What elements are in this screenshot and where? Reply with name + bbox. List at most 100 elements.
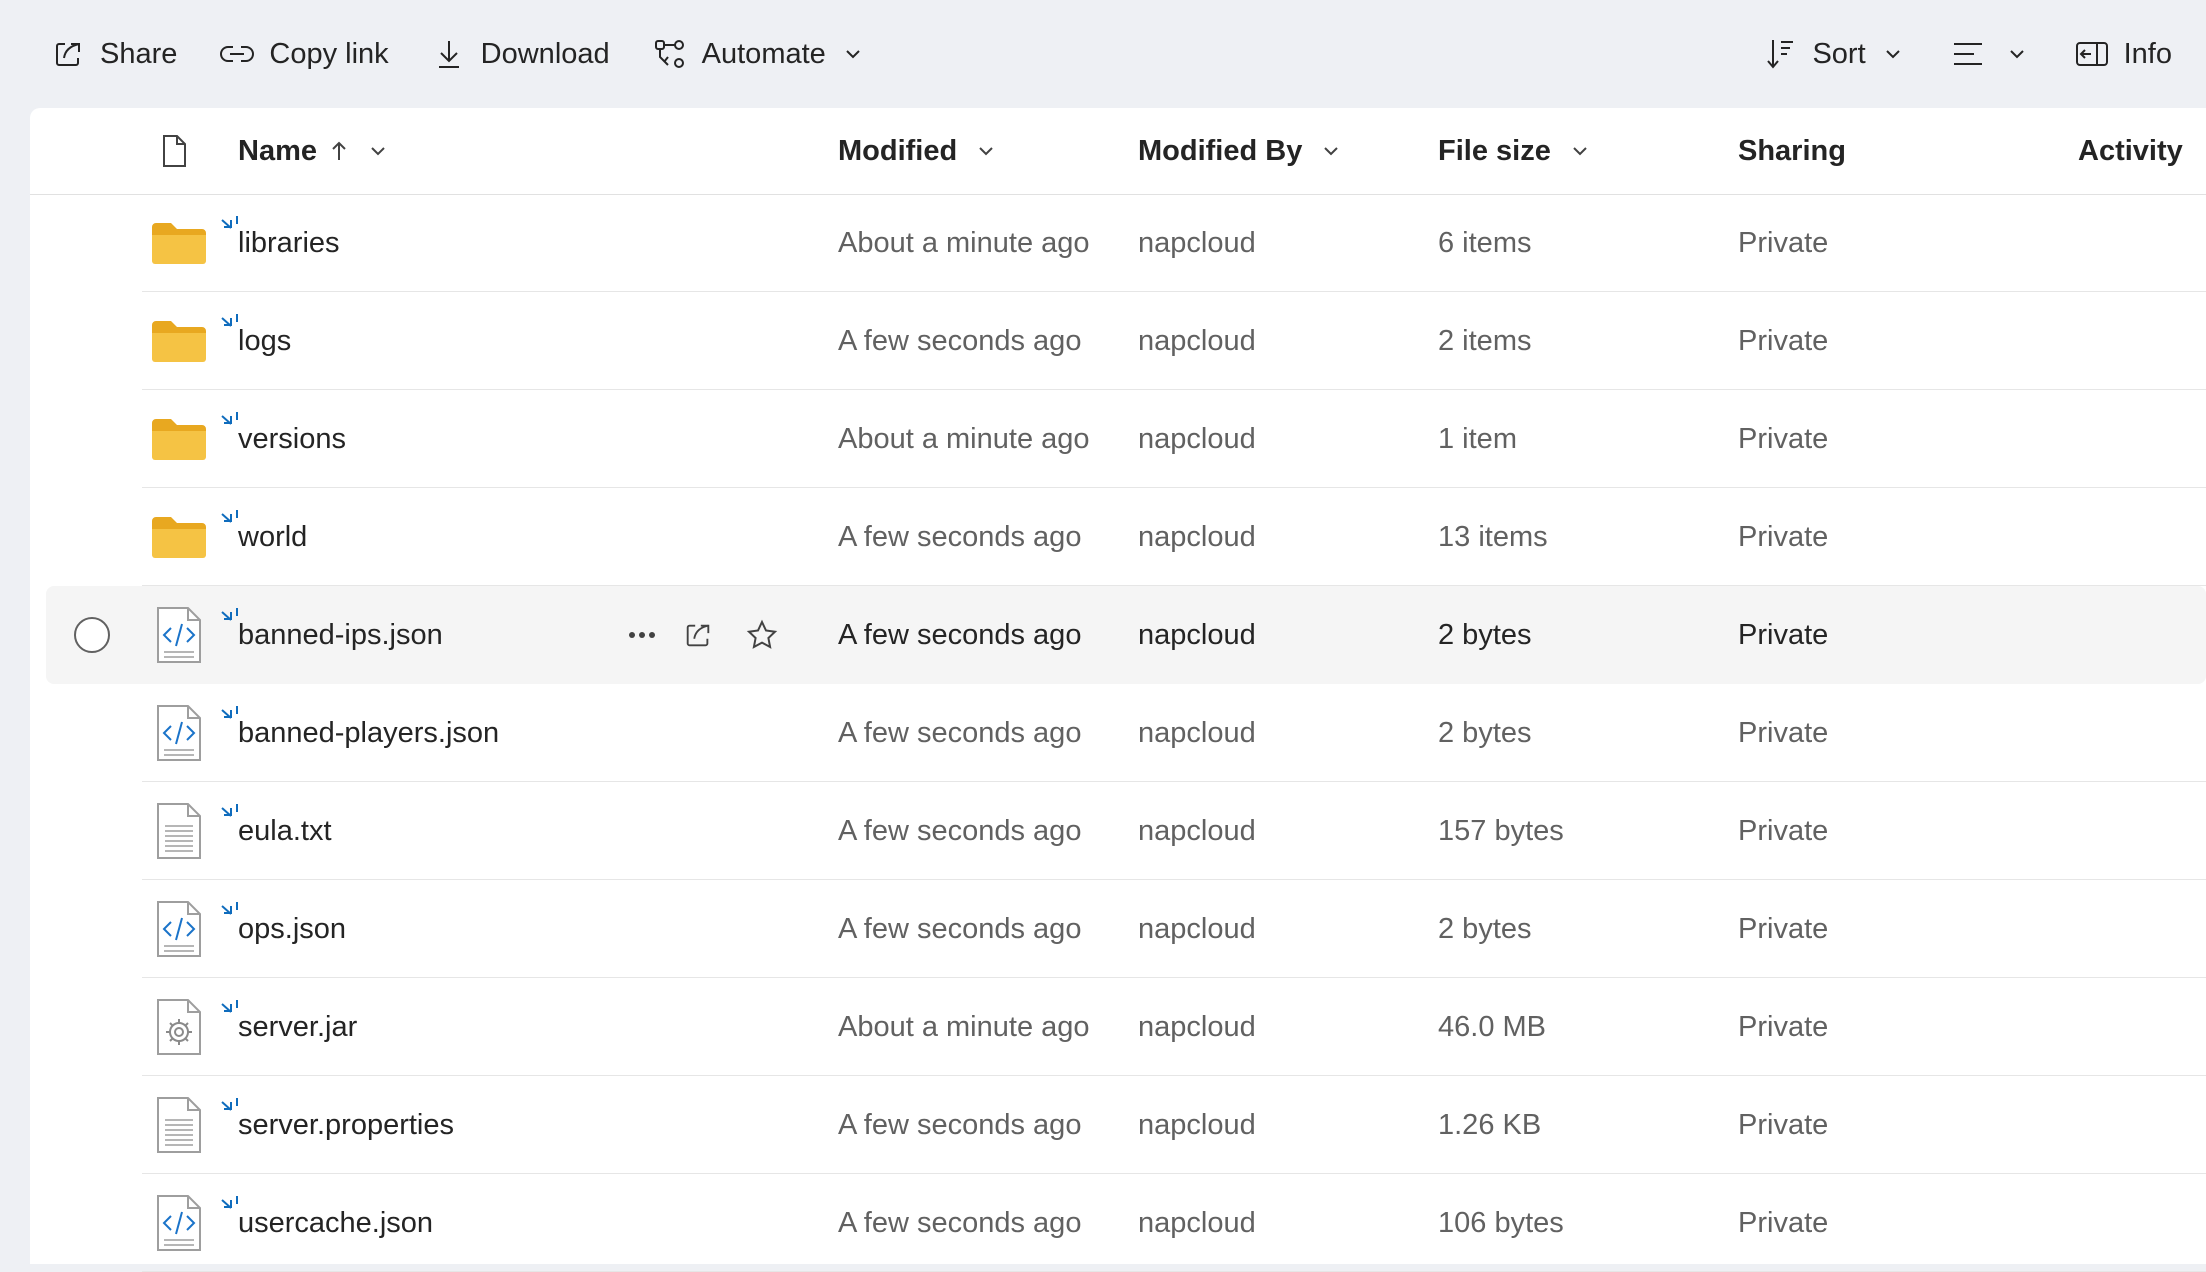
file-name[interactable]: versions — [238, 390, 346, 488]
file-size: 6 items — [1438, 226, 1532, 259]
column-header-name-label: Name — [238, 134, 317, 167]
code-icon — [148, 684, 210, 782]
file-row[interactable]: ops.json A few seconds ago napcloud 2 bytes… — [30, 880, 2206, 978]
sharing-status[interactable]: Private — [1738, 390, 1828, 488]
modified-by[interactable]: napcloud — [1138, 194, 1256, 292]
modified-by[interactable]: napcloud — [1138, 684, 1256, 782]
column-header-activity-label: Activity — [2078, 134, 2183, 167]
file-size: 2 items — [1438, 324, 1532, 357]
file-name[interactable]: server.jar — [238, 978, 357, 1076]
file-row[interactable]: banned-players.json A few seconds ago napc… — [30, 684, 2206, 782]
info-pane-icon — [2074, 36, 2110, 72]
file-size: 1.26 KB — [1438, 1108, 1542, 1141]
column-header-file-size[interactable]: File size — [1438, 108, 1591, 194]
share-button[interactable]: Share — [46, 30, 181, 78]
info-button[interactable]: Info — [2070, 30, 2176, 78]
file-name[interactable]: banned-ips.json — [238, 586, 443, 684]
file-name[interactable]: eula.txt — [238, 782, 332, 880]
file-name[interactable]: banned-players.json — [238, 684, 499, 782]
modified-date: A few seconds ago — [838, 716, 1082, 749]
sharing-status[interactable]: Private — [1738, 684, 1828, 782]
share-row-button[interactable] — [676, 613, 720, 657]
column-header-modified-by-label: Modified By — [1138, 134, 1303, 167]
copy-link-label: Copy link — [269, 37, 389, 70]
modified-by[interactable]: napcloud — [1138, 782, 1256, 880]
automate-button[interactable]: Automate — [648, 30, 868, 78]
modified-by[interactable]: napcloud — [1138, 880, 1256, 978]
more-icon — [629, 632, 655, 638]
file-row[interactable]: server.jar About a minute ago napcloud 46.0… — [30, 978, 2206, 1076]
file-row[interactable]: banned-ips.json A few seconds ago napcloud… — [30, 586, 2206, 684]
modified-date: A few seconds ago — [838, 618, 1082, 651]
sort-ascending-icon — [332, 141, 346, 160]
modified-by[interactable]: napcloud — [1138, 292, 1256, 390]
file-name[interactable]: usercache.json — [238, 1174, 433, 1272]
sharing-status[interactable]: Private — [1738, 1174, 1828, 1272]
sharing-status[interactable]: Private — [1738, 292, 1828, 390]
more-actions-button[interactable] — [620, 613, 664, 657]
column-header-name[interactable]: Name — [238, 108, 389, 194]
folder-icon — [148, 488, 210, 586]
column-header-file-size-label: File size — [1438, 134, 1551, 167]
file-name[interactable]: logs — [238, 292, 291, 390]
file-name[interactable]: libraries — [238, 194, 340, 292]
file-size: 2 bytes — [1438, 618, 1532, 651]
copy-link-button[interactable]: Copy link — [215, 30, 392, 78]
favorite-button[interactable] — [740, 613, 784, 657]
share-icon — [50, 36, 86, 72]
text-icon — [148, 782, 210, 880]
modified-by[interactable]: napcloud — [1138, 1174, 1256, 1272]
modified-by[interactable]: napcloud — [1138, 978, 1256, 1076]
column-header-modified-by[interactable]: Modified By — [1138, 108, 1342, 194]
modified-by[interactable]: napcloud — [1138, 586, 1256, 684]
code-icon — [148, 880, 210, 978]
sort-icon — [1762, 36, 1798, 72]
column-header-activity[interactable]: Activity — [2078, 108, 2183, 194]
info-label: Info — [2123, 37, 2172, 70]
sort-button[interactable]: Sort — [1758, 30, 1907, 78]
share-label: Share — [100, 37, 178, 70]
chevron-down-icon — [1324, 147, 1339, 156]
file-name[interactable]: server.properties — [238, 1076, 454, 1174]
sharing-status[interactable]: Private — [1738, 194, 1828, 292]
sharing-status[interactable]: Private — [1738, 1076, 1828, 1174]
column-header-row: Name Modified Modified By File size Shar… — [30, 108, 2206, 195]
file-name[interactable]: world — [238, 488, 307, 586]
row-select-checkbox[interactable] — [74, 617, 110, 653]
file-size: 46.0 MB — [1438, 1010, 1546, 1043]
column-header-modified[interactable]: Modified — [838, 108, 997, 194]
file-row[interactable]: eula.txt A few seconds ago napcloud 157 byt… — [30, 782, 2206, 880]
modified-by[interactable]: napcloud — [1138, 488, 1256, 586]
download-label: Download — [480, 37, 610, 70]
sharing-status[interactable]: Private — [1738, 488, 1828, 586]
command-bar: Share Copy link Download Automate Sort I… — [0, 0, 2206, 108]
modified-date: A few seconds ago — [838, 324, 1082, 357]
sharing-status[interactable]: Private — [1738, 782, 1828, 880]
file-name[interactable]: ops.json — [238, 880, 346, 978]
gear-icon — [148, 978, 210, 1076]
file-row[interactable]: world A few seconds ago napcloud 13 items Pr… — [30, 488, 2206, 586]
chevron-down-icon — [2009, 50, 2024, 59]
modified-date: A few seconds ago — [838, 520, 1082, 553]
file-type-column-header[interactable] — [160, 108, 188, 194]
file-size: 2 bytes — [1438, 716, 1532, 749]
sort-label: Sort — [1812, 37, 1866, 70]
sharing-status[interactable]: Private — [1738, 586, 1828, 684]
sharing-status[interactable]: Private — [1738, 978, 1828, 1076]
folder-icon — [148, 390, 210, 488]
view-options-button[interactable] — [1946, 30, 2032, 78]
file-size: 1 item — [1438, 422, 1517, 455]
column-header-sharing[interactable]: Sharing — [1738, 108, 1846, 194]
folder-icon — [148, 194, 210, 292]
file-row[interactable]: versions About a minute ago napcloud 1 item… — [30, 390, 2206, 488]
file-row[interactable]: usercache.json A few seconds ago napcloud 1… — [30, 1174, 2206, 1272]
file-row[interactable]: libraries About a minute ago napcloud 6 ite… — [30, 194, 2206, 292]
star-icon — [746, 619, 778, 649]
modified-by[interactable]: napcloud — [1138, 1076, 1256, 1174]
sharing-status[interactable]: Private — [1738, 880, 1828, 978]
file-row[interactable]: server.properties A few seconds ago napclo… — [30, 1076, 2206, 1174]
download-button[interactable]: Download — [427, 30, 614, 78]
file-row[interactable]: logs A few seconds ago napcloud 2 items Priv… — [30, 292, 2206, 390]
modified-by[interactable]: napcloud — [1138, 390, 1256, 488]
link-icon — [219, 36, 255, 72]
